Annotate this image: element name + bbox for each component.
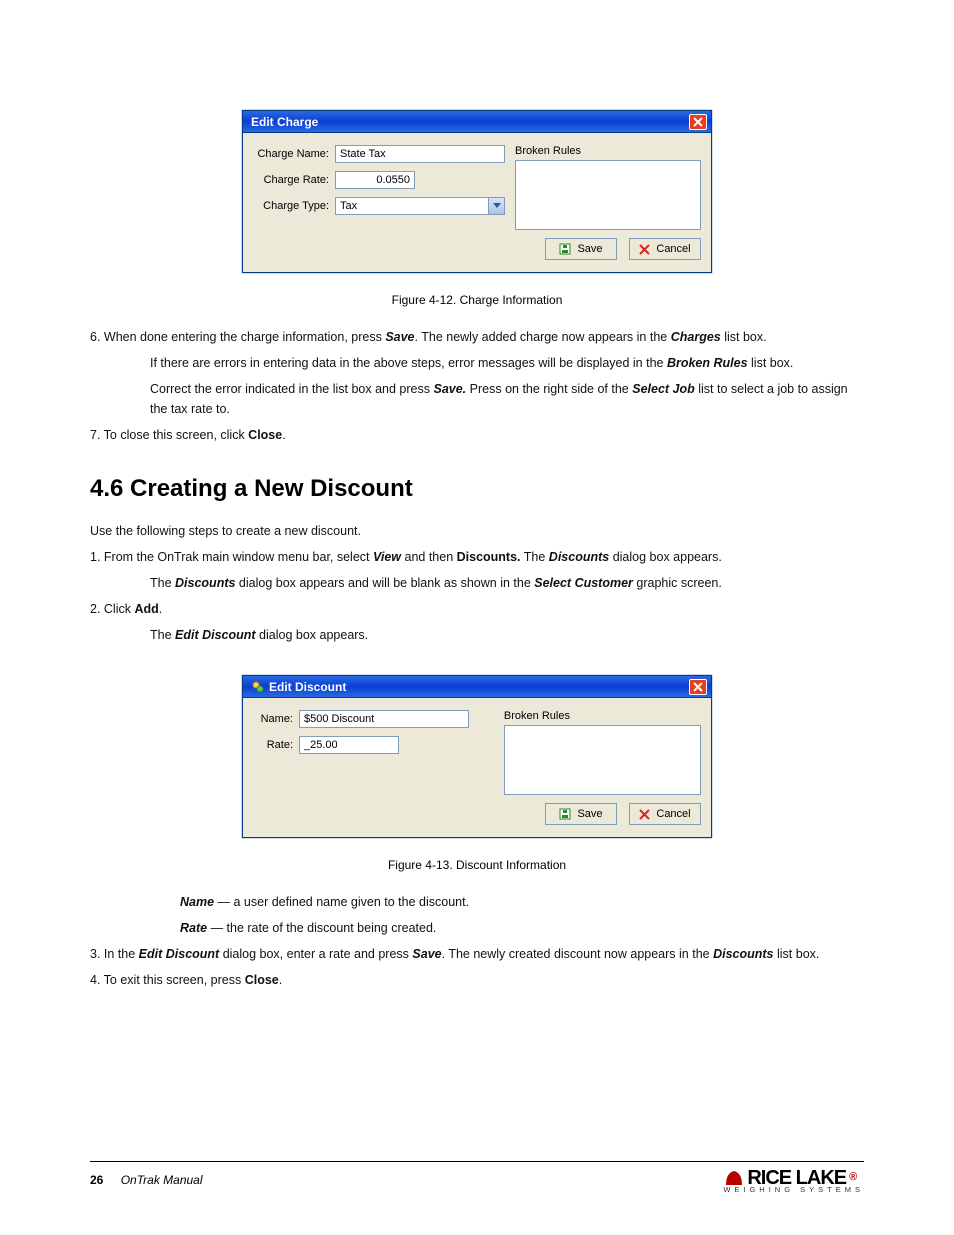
charge-type-value: Tax bbox=[336, 200, 488, 212]
discount-rate-label: Rate: bbox=[253, 739, 293, 751]
charge-rate-input[interactable] bbox=[335, 171, 415, 189]
save-button-label: Save bbox=[577, 243, 602, 255]
broken-rules-listbox[interactable] bbox=[515, 160, 701, 230]
discount-name-label: Name: bbox=[253, 713, 293, 725]
charge-name-label: Charge Name: bbox=[253, 148, 329, 160]
charge-name-input[interactable] bbox=[335, 145, 505, 163]
logo-icon bbox=[723, 1169, 745, 1187]
charge-type-select[interactable]: Tax bbox=[335, 197, 505, 215]
broken-rules-listbox[interactable] bbox=[504, 725, 701, 795]
charge-rate-label: Charge Rate: bbox=[253, 174, 329, 186]
figure-caption: Figure 4-12. Charge Information bbox=[90, 293, 864, 307]
chevron-down-icon[interactable] bbox=[488, 198, 504, 214]
broken-rules-label: Broken Rules bbox=[504, 710, 701, 722]
brand-logo: RICE LAKE® WEIGHING SYSTEMS bbox=[723, 1168, 864, 1194]
charge-type-label: Charge Type: bbox=[253, 200, 329, 212]
titlebar: Edit Discount bbox=[243, 676, 711, 698]
close-icon[interactable] bbox=[689, 679, 707, 695]
page-footer: 26 OnTrak Manual RICE LAKE® WEIGHING SYS… bbox=[90, 1161, 864, 1194]
discount-icon bbox=[251, 680, 265, 694]
document-page: Edit Charge Charge Name: Charge Rate: Ch… bbox=[0, 0, 954, 1235]
manual-text: 6. When done entering the charge informa… bbox=[90, 327, 864, 445]
broken-rules-label: Broken Rules bbox=[515, 145, 701, 157]
cancel-button[interactable]: Cancel bbox=[629, 238, 701, 260]
titlebar: Edit Charge bbox=[243, 111, 711, 133]
save-button[interactable]: Save bbox=[545, 238, 617, 260]
manual-text-3: Name — a user defined name given to the … bbox=[90, 892, 864, 990]
cancel-icon bbox=[639, 809, 650, 820]
save-icon bbox=[559, 808, 571, 820]
save-button[interactable]: Save bbox=[545, 803, 617, 825]
save-button-label: Save bbox=[577, 808, 602, 820]
save-icon bbox=[559, 243, 571, 255]
cancel-button-label: Cancel bbox=[656, 808, 690, 820]
window-title: Edit Discount bbox=[269, 680, 346, 694]
edit-discount-dialog: Edit Discount Name: Rate: Broken Rules bbox=[242, 675, 712, 838]
window-title: Edit Charge bbox=[251, 115, 318, 129]
discount-rate-input[interactable] bbox=[299, 736, 399, 754]
section-heading: 4.6 Creating a New Discount bbox=[90, 475, 864, 503]
edit-charge-dialog: Edit Charge Charge Name: Charge Rate: Ch… bbox=[242, 110, 712, 273]
manual-name: OnTrak Manual bbox=[121, 1173, 203, 1187]
manual-text-2: Use the following steps to create a new … bbox=[90, 521, 864, 645]
discount-name-input[interactable] bbox=[299, 710, 469, 728]
cancel-button[interactable]: Cancel bbox=[629, 803, 701, 825]
figure-caption: Figure 4-13. Discount Information bbox=[90, 858, 864, 872]
page-number: 26 bbox=[90, 1173, 103, 1187]
cancel-button-label: Cancel bbox=[656, 243, 690, 255]
cancel-icon bbox=[639, 244, 650, 255]
close-icon[interactable] bbox=[689, 114, 707, 130]
